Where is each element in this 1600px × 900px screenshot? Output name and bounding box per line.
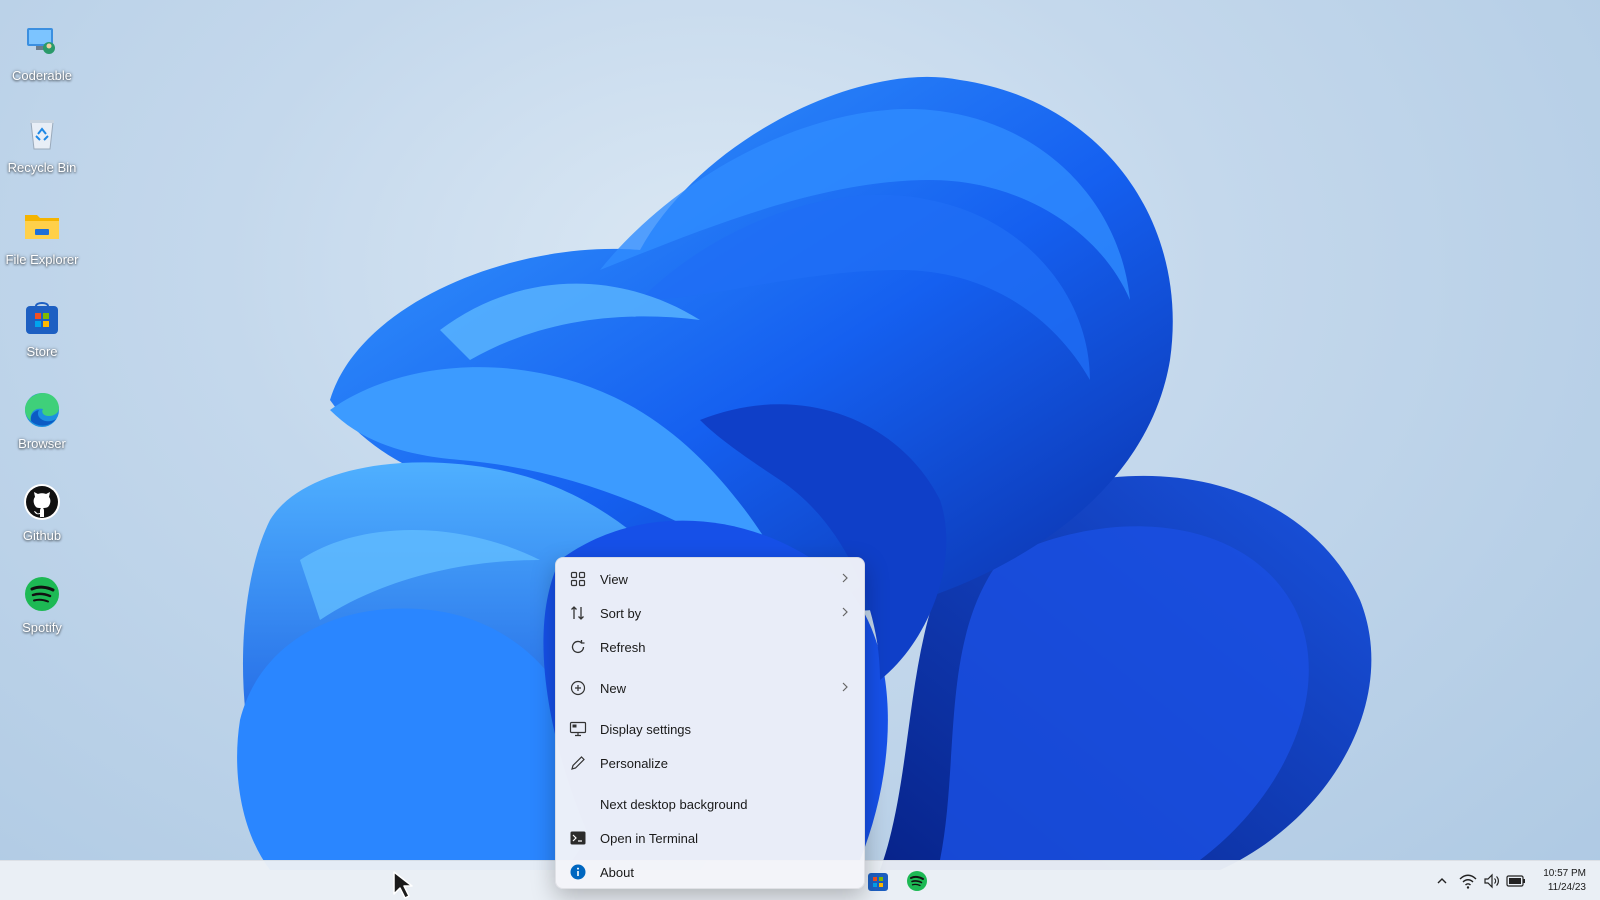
- edge-browser-icon: [20, 388, 64, 432]
- desktop-icon-label: Store: [26, 344, 58, 359]
- menu-separator: [556, 705, 864, 712]
- desktop-context-menu: View Sort by Refresh New Display setting…: [555, 557, 865, 889]
- store-icon: [20, 296, 64, 340]
- desktop-icon-label: Browser: [18, 436, 66, 451]
- menu-item-view[interactable]: View: [560, 562, 860, 596]
- desktop-icon-coderable[interactable]: Coderable: [2, 18, 82, 106]
- coderable-icon: [20, 20, 64, 64]
- menu-item-next-desktop-background[interactable]: Next desktop background: [560, 787, 860, 821]
- desktop-icon-label: Github: [22, 528, 62, 543]
- menu-separator: [556, 780, 864, 787]
- taskbar-spotify-icon[interactable]: [905, 869, 929, 893]
- recycle-bin-icon: [20, 112, 64, 156]
- desktop-icon-file-explorer[interactable]: File Explorer: [2, 202, 82, 290]
- chevron-right-icon: [842, 682, 848, 692]
- menu-item-sort-by[interactable]: Sort by: [560, 596, 860, 630]
- taskbar-store-icon[interactable]: [866, 869, 890, 893]
- chevron-right-icon: [842, 573, 848, 583]
- battery-icon[interactable]: [1506, 871, 1526, 891]
- plus-circle-icon: [568, 678, 588, 698]
- menu-item-display-settings[interactable]: Display settings: [560, 712, 860, 746]
- menu-item-open-in-terminal[interactable]: Open in Terminal: [560, 821, 860, 855]
- menu-item-about[interactable]: About: [560, 855, 860, 889]
- desktop-icon-browser[interactable]: Browser: [2, 386, 82, 474]
- desktop-icon-store[interactable]: Store: [2, 294, 82, 382]
- info-icon: [568, 862, 588, 882]
- menu-item-new[interactable]: New: [560, 671, 860, 705]
- clock-date: 11/24/23: [1547, 882, 1586, 893]
- folder-icon: [20, 204, 64, 248]
- desktop-icon-label: Coderable: [12, 68, 72, 83]
- menu-item-label: Open in Terminal: [600, 830, 699, 846]
- menu-item-label: View: [600, 571, 628, 587]
- refresh-icon: [568, 637, 588, 657]
- wifi-icon[interactable]: [1458, 871, 1478, 891]
- desktop-icon-label: Recycle Bin: [7, 160, 77, 175]
- chevron-right-icon: [842, 607, 848, 617]
- menu-item-label: New: [600, 680, 627, 696]
- mouse-cursor-icon: [393, 871, 413, 899]
- menu-separator: [556, 664, 864, 671]
- pen-icon: [568, 753, 588, 773]
- desktop-icon-spotify[interactable]: Spotify: [2, 570, 82, 658]
- grid-icon: [568, 569, 588, 589]
- clock[interactable]: 10:57 PM 11/24/23: [1543, 867, 1586, 895]
- terminal-icon: [568, 828, 588, 848]
- display-icon: [568, 719, 588, 739]
- sort-icon: [568, 603, 588, 623]
- desktop-icon-github[interactable]: Github: [2, 478, 82, 566]
- menu-item-label: Personalize: [600, 755, 668, 771]
- volume-icon[interactable]: [1482, 871, 1502, 891]
- clock-time: 10:57 PM: [1543, 868, 1586, 879]
- spotify-icon: [20, 572, 64, 616]
- desktop-icon-label: File Explorer: [5, 252, 79, 267]
- menu-item-label: Sort by: [600, 605, 642, 621]
- menu-item-personalize[interactable]: Personalize: [560, 746, 860, 780]
- menu-item-label: Next desktop background: [600, 796, 748, 812]
- menu-item-label: Display settings: [600, 721, 692, 737]
- desktop-icon-label: Spotify: [22, 620, 62, 635]
- chevron-up-icon[interactable]: [1432, 871, 1452, 891]
- desktop[interactable]: Coderable Recycle Bin File Explorer Stor…: [0, 0, 1600, 900]
- desktop-icon-recycle-bin[interactable]: Recycle Bin: [2, 110, 82, 198]
- menu-item-label: Refresh: [600, 639, 646, 655]
- github-icon: [20, 480, 64, 524]
- menu-item-label: About: [600, 864, 634, 880]
- menu-item-refresh[interactable]: Refresh: [560, 630, 860, 664]
